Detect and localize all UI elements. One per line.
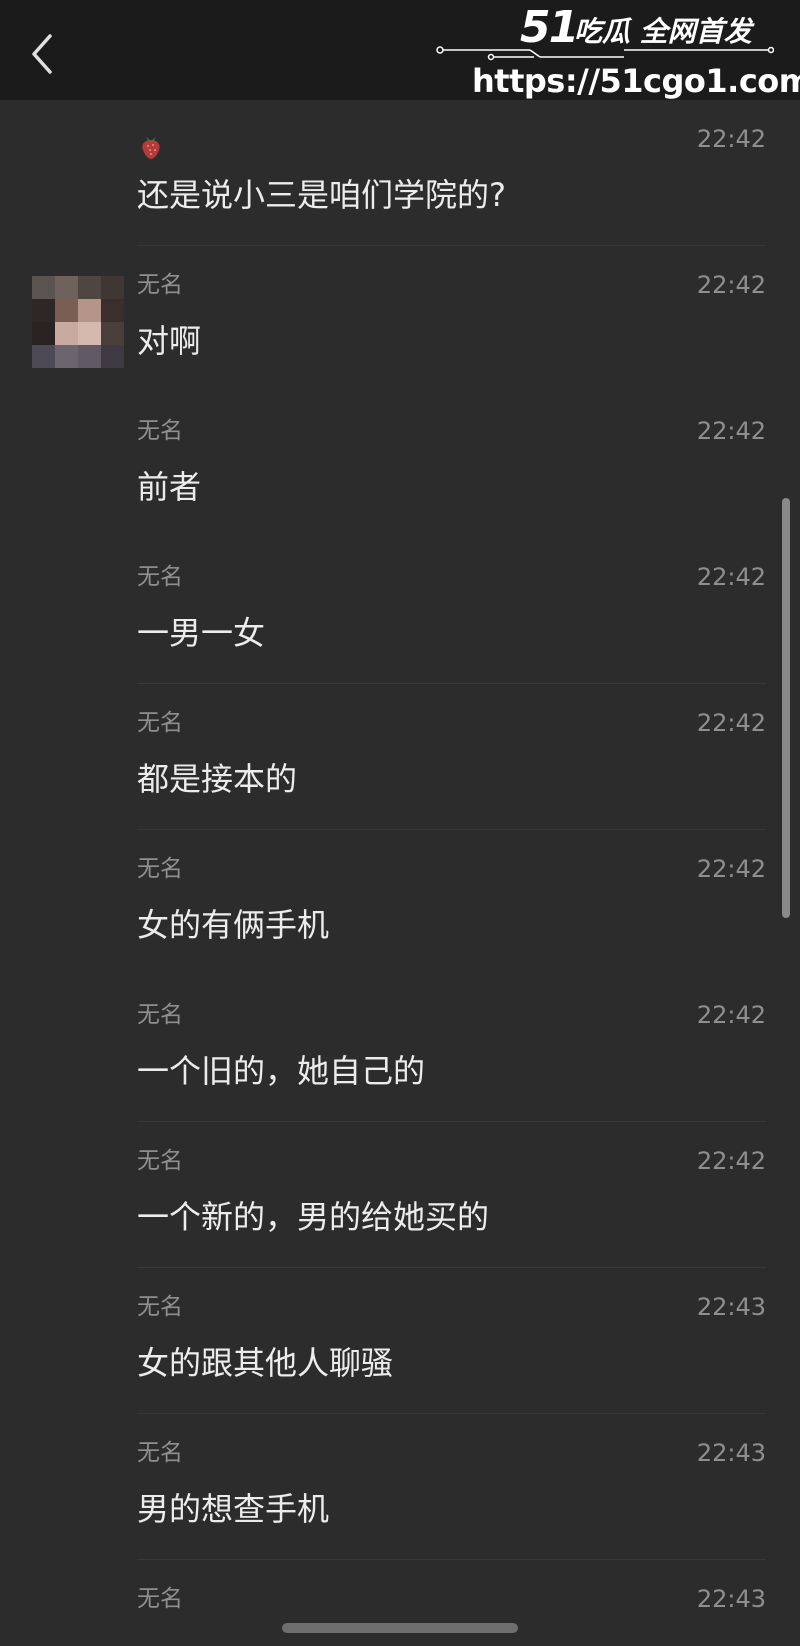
message-item[interactable]: 无名 22:42 都是接本的 bbox=[0, 684, 800, 830]
sender-name: 无名 bbox=[137, 1002, 183, 1028]
message-text: 对啊 bbox=[137, 322, 202, 360]
message-text: 女的跟其他人聊骚 bbox=[137, 1344, 394, 1382]
message-item[interactable]: 无名 22:43 bbox=[0, 1560, 800, 1646]
message-item[interactable]: 22:42 还是说小三是咱们学院的? bbox=[0, 100, 800, 246]
message-list[interactable]: 22:42 还是说小三是咱们学院的? 无名 22:42 对啊 无名 22:42 … bbox=[0, 100, 800, 1646]
message-text: 都是接本的 bbox=[137, 760, 298, 798]
message-time: 22:42 bbox=[696, 709, 766, 737]
watermark-circuit-lines bbox=[436, 46, 774, 61]
scrollbar-thumb[interactable] bbox=[782, 498, 790, 918]
watermark-url: https://51cgo1.com bbox=[472, 62, 800, 100]
sender-name: 无名 bbox=[137, 710, 183, 736]
message-item[interactable]: 无名 22:42 一个旧的，她自己的 bbox=[0, 976, 800, 1122]
message-item[interactable]: 无名 22:43 男的想查手机 bbox=[0, 1414, 800, 1560]
message-time: 22:42 bbox=[696, 1001, 766, 1029]
message-time: 22:43 bbox=[696, 1293, 766, 1321]
message-item[interactable]: 无名 22:42 一男一女 bbox=[0, 538, 800, 684]
message-text: 还是说小三是咱们学院的? bbox=[137, 176, 506, 214]
chevron-left-icon bbox=[32, 34, 52, 74]
home-indicator[interactable] bbox=[282, 1623, 518, 1633]
message-item[interactable]: 无名 22:42 一个新的，男的给她买的 bbox=[0, 1122, 800, 1268]
sender-name: 无名 bbox=[137, 1148, 183, 1174]
message-time: 22:43 bbox=[696, 1439, 766, 1467]
message-text: 一个旧的，她自己的 bbox=[137, 1052, 426, 1090]
message-text: 一男一女 bbox=[137, 614, 266, 652]
message-item[interactable]: 无名 22:42 前者 bbox=[0, 392, 800, 538]
message-item[interactable]: 无名 22:42 女的有俩手机 bbox=[0, 830, 800, 976]
message-time: 22:42 bbox=[696, 563, 766, 591]
message-time: 22:42 bbox=[696, 271, 766, 299]
chat-screen: 51 吃瓜 全网首发 https://51cgo1.com 22:42 还是说小… bbox=[0, 0, 800, 1646]
watermark: 51 吃瓜 全网首发 https://51cgo1.com bbox=[434, 0, 800, 100]
strawberry-icon bbox=[142, 137, 160, 159]
message-text: 前者 bbox=[137, 468, 202, 506]
top-bar: 51 吃瓜 全网首发 https://51cgo1.com bbox=[0, 0, 800, 100]
message-text: 女的有俩手机 bbox=[137, 906, 330, 944]
message-time: 22:42 bbox=[696, 417, 766, 445]
message-time: 22:43 bbox=[696, 1585, 766, 1613]
sender-name: 无名 bbox=[137, 1440, 183, 1466]
message-time: 22:42 bbox=[696, 855, 766, 883]
message-time: 22:42 bbox=[696, 1147, 766, 1175]
sender-name: 无名 bbox=[137, 418, 183, 444]
message-text: 一个新的，男的给她买的 bbox=[137, 1198, 490, 1236]
sender-name: 无名 bbox=[137, 564, 183, 590]
message-item[interactable]: 无名 22:42 对啊 bbox=[0, 246, 800, 392]
back-button[interactable] bbox=[22, 28, 66, 80]
sender-name: 无名 bbox=[137, 856, 183, 882]
sender-name: 无名 bbox=[137, 1294, 183, 1320]
sender-name: 无名 bbox=[137, 1586, 183, 1612]
message-text: 男的想查手机 bbox=[137, 1490, 330, 1528]
message-time: 22:42 bbox=[696, 125, 766, 153]
sender-name: 无名 bbox=[137, 272, 183, 298]
message-item[interactable]: 无名 22:43 女的跟其他人聊骚 bbox=[0, 1268, 800, 1414]
